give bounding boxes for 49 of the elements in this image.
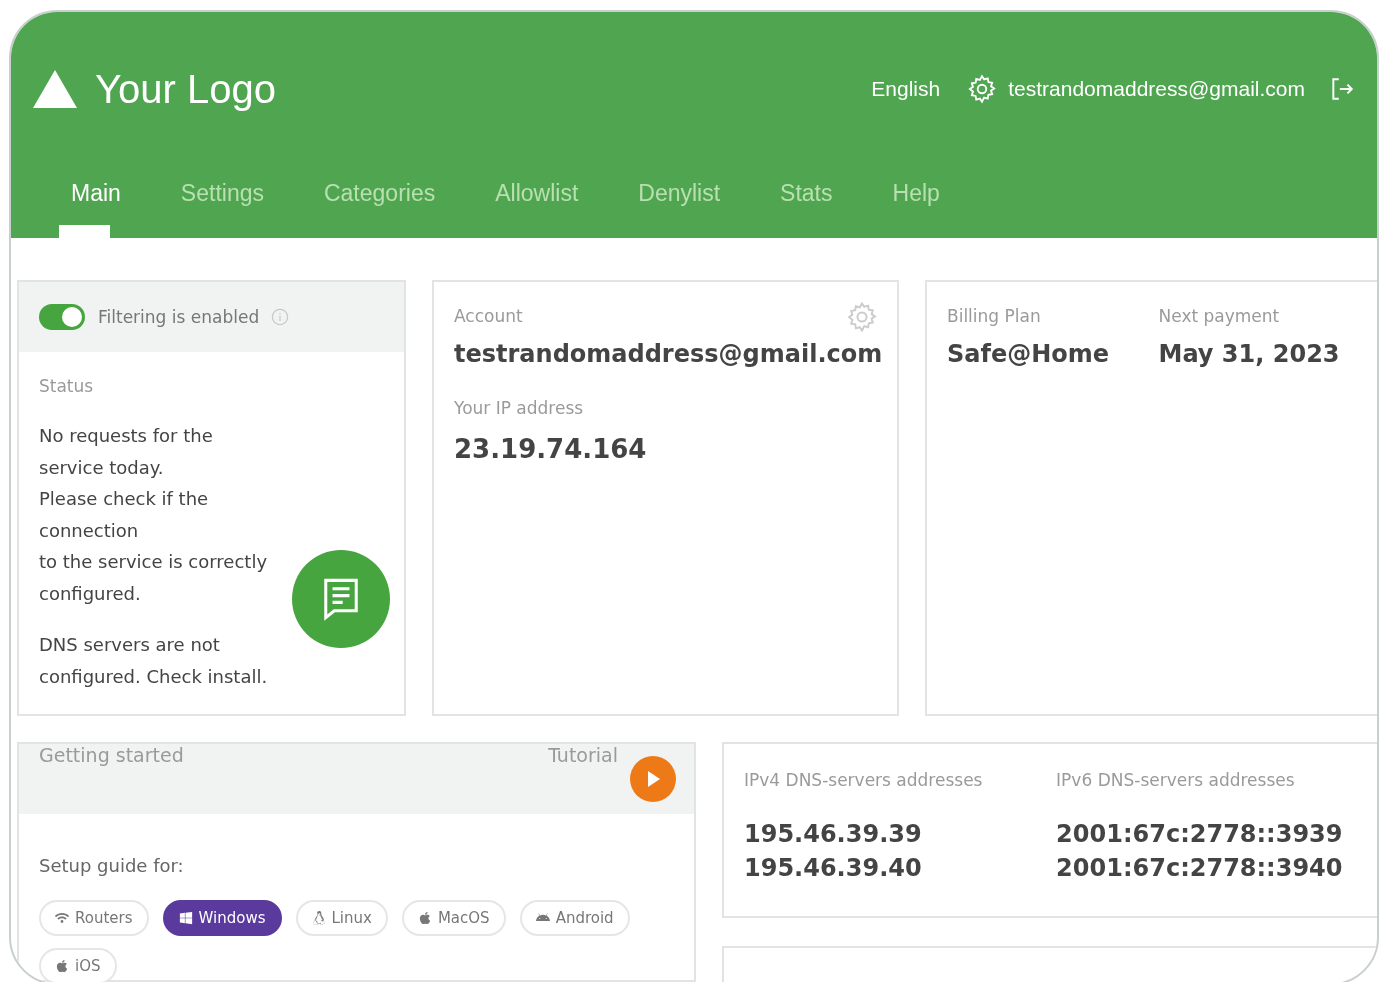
status-message: DNS servers are not configured. Check install. — [39, 633, 268, 689]
ipv6-address: 2001:67c:2778::3939 — [1056, 820, 1343, 848]
linux-icon — [311, 910, 326, 925]
settings-icon[interactable] — [845, 300, 879, 334]
status-message: No requests for the service today. Please check if the connection to the service is correctly configured. — [39, 424, 268, 606]
wifi-icon — [55, 910, 69, 925]
apple-icon — [417, 910, 432, 925]
settings-icon[interactable] — [966, 73, 999, 105]
play-button[interactable] — [630, 756, 676, 802]
getting-started-title: Getting started — [39, 744, 185, 766]
ipv6-address: 2001:67c:2778::3940 — [1056, 854, 1343, 882]
ipv4-address: 195.46.39.39 — [744, 820, 922, 848]
apple-icon — [55, 958, 69, 973]
windows-icon — [178, 910, 193, 925]
nav-tab[interactable]: Settings — [150, 180, 294, 238]
nav-tab[interactable]: Denylist — [608, 180, 751, 238]
language-link[interactable]: English — [871, 77, 941, 101]
account-label: Account — [454, 306, 523, 326]
platform-chip[interactable]: Windows — [162, 899, 282, 936]
nav-tab[interactable]: Stats — [750, 180, 863, 238]
platform-chip[interactable]: Linux — [295, 899, 388, 936]
triangle-logo-icon — [33, 70, 77, 108]
platform-chip[interactable]: iOS — [39, 947, 117, 982]
logo-text: Your Logo — [95, 66, 277, 112]
nav-tab[interactable]: Allowlist — [465, 180, 609, 238]
platform-chip[interactable]: Android — [519, 899, 630, 936]
ipv6-label: IPv6 DNS-servers addresses — [1056, 770, 1295, 790]
ip-label: Your IP address — [454, 398, 584, 418]
filtering-label: Filtering is enabled — [98, 307, 260, 327]
nav-tab[interactable]: Main — [41, 180, 151, 238]
platform-chip[interactable]: MacOS — [401, 899, 506, 936]
billing-plan: Safe@Home — [947, 340, 1110, 368]
next-payment-date: May 31, 2023 — [1158, 340, 1340, 368]
user-email-link[interactable]: testrandomaddress@gmail.com — [1008, 77, 1305, 101]
logout-icon[interactable] — [1329, 76, 1355, 102]
ipv4-address: 195.46.39.40 — [744, 854, 922, 882]
ip-address: 23.19.74.164 — [454, 434, 647, 464]
next-payment-label: Next payment — [1158, 306, 1280, 326]
status-label: Status — [39, 376, 94, 396]
play-icon — [645, 770, 661, 788]
setup-guide-label: Setup guide for: — [39, 854, 184, 878]
nav-tab[interactable]: Help — [862, 180, 970, 238]
nav-tab[interactable]: Categories — [293, 180, 466, 238]
ipv4-label: IPv4 DNS-servers addresses — [744, 770, 983, 790]
account-email: testrandomaddress@gmail.com — [454, 340, 883, 368]
platform-chip[interactable]: Routers — [39, 899, 149, 936]
tutorial-label: Tutorial — [548, 744, 618, 766]
billing-plan-label: Billing Plan — [947, 306, 1041, 326]
filtering-toggle[interactable] — [39, 304, 85, 330]
